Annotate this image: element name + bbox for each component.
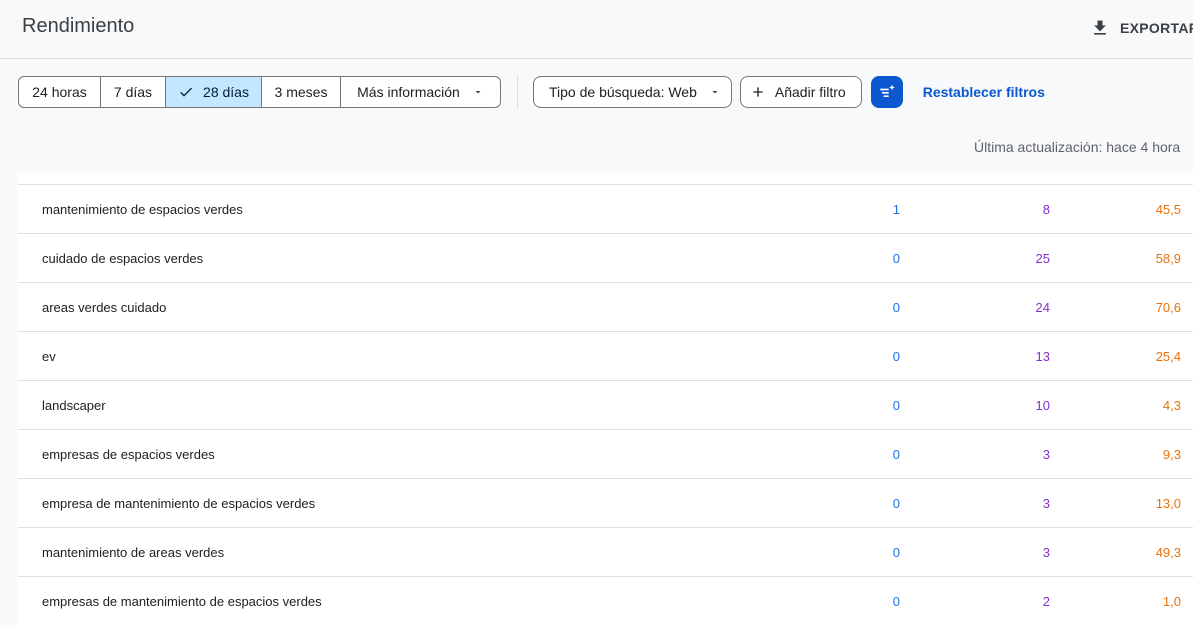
impressions-cell: 3 (1042, 545, 1050, 560)
page-header: Rendimiento EXPORTAR (0, 0, 1193, 59)
position-cell: 1,0 (1162, 594, 1181, 609)
more-info-dropdown[interactable]: Más información (341, 77, 500, 107)
date-option-3m[interactable]: 3 meses (262, 77, 341, 107)
table-row[interactable]: empresas de mantenimiento de espacios ve… (18, 577, 1193, 625)
page-title: Rendimiento (22, 15, 135, 37)
queries-table: mantenimiento de espacios verdes 1 8 45,5 cu… (18, 173, 1193, 625)
check-icon (178, 84, 194, 100)
export-button[interactable]: EXPORTAR (1090, 14, 1193, 42)
plus-icon (750, 84, 766, 100)
toolbar-divider (517, 76, 518, 108)
table-row[interactable]: areas verdes cuidado 0 24 70,6 (18, 283, 1193, 332)
ai-filter-button[interactable] (870, 76, 903, 108)
clicks-cell: 0 (892, 300, 900, 315)
date-range-selector: 24 horas 7 días 28 días 3 meses Más info… (18, 76, 501, 108)
date-option-7d[interactable]: 7 días (101, 77, 166, 107)
table-row[interactable]: ev 0 13 25,4 (18, 332, 1193, 381)
table-row[interactable]: mantenimiento de areas verdes 0 3 49,3 (18, 528, 1193, 577)
query-cell: mantenimiento de espacios verdes (42, 202, 243, 217)
query-cell: empresa de mantenimiento de espacios ver… (42, 496, 316, 511)
impressions-cell: 13 (1035, 349, 1050, 364)
impressions-cell: 2 (1042, 594, 1050, 609)
query-cell: empresas de mantenimiento de espacios ve… (42, 594, 322, 609)
query-cell: ev (42, 349, 56, 364)
clicks-cell: 0 (892, 594, 900, 609)
caret-down-icon (709, 86, 721, 98)
query-cell: mantenimiento de areas verdes (42, 545, 225, 560)
query-cell: cuidado de espacios verdes (42, 251, 204, 266)
position-cell: 70,6 (1155, 300, 1181, 315)
impressions-cell: 24 (1035, 300, 1050, 315)
clicks-cell: 0 (892, 349, 900, 364)
sparkle-filter-icon (880, 84, 895, 97)
position-cell: 58,9 (1155, 251, 1181, 266)
position-cell: 4,3 (1162, 398, 1181, 413)
table-body: mantenimiento de espacios verdes 1 8 45,5 cu… (18, 185, 1193, 625)
clicks-cell: 1 (892, 202, 900, 217)
clicks-cell: 0 (892, 496, 900, 511)
position-cell: 49,3 (1155, 545, 1181, 560)
table-row[interactable]: empresa de mantenimiento de espacios ver… (18, 479, 1193, 528)
table-row[interactable]: mantenimiento de espacios verdes 1 8 45,5 (18, 185, 1193, 234)
clicks-cell: 0 (892, 251, 900, 266)
impressions-cell: 10 (1035, 398, 1050, 413)
impressions-cell: 3 (1042, 496, 1050, 511)
reset-filters-link[interactable]: Restablecer filtros (923, 84, 1045, 100)
export-label: EXPORTAR (1120, 20, 1193, 36)
clicks-cell: 0 (892, 398, 900, 413)
impressions-cell: 25 (1035, 251, 1050, 266)
filter-bar: 24 horas 7 días 28 días 3 meses Más info… (18, 76, 1045, 108)
table-row[interactable]: cuidado de espacios verdes 0 25 58,9 (18, 234, 1193, 283)
position-cell: 45,5 (1155, 202, 1181, 217)
add-filter-button[interactable]: Añadir filtro (739, 76, 862, 108)
table-row[interactable]: empresas de espacios verdes 0 3 9,3 (18, 430, 1193, 479)
date-option-24h[interactable]: 24 horas (19, 77, 101, 107)
date-option-28d[interactable]: 28 días (166, 77, 262, 107)
table-top-edge (18, 173, 1193, 185)
download-icon (1094, 20, 1106, 35)
clicks-cell: 0 (892, 545, 900, 560)
position-cell: 13,0 (1155, 496, 1181, 511)
impressions-cell: 3 (1042, 447, 1050, 462)
impressions-cell: 8 (1042, 202, 1050, 217)
position-cell: 9,3 (1162, 447, 1181, 462)
query-cell: landscaper (42, 398, 106, 413)
position-cell: 25,4 (1155, 349, 1181, 364)
caret-down-icon (472, 86, 484, 98)
query-cell: areas verdes cuidado (42, 300, 167, 315)
last-update-text: Última actualización: hace 4 hora (974, 139, 1181, 155)
table-row[interactable]: landscaper 0 10 4,3 (18, 381, 1193, 430)
clicks-cell: 0 (892, 447, 900, 462)
search-type-filter[interactable]: Tipo de búsqueda: Web (533, 76, 732, 108)
query-cell: empresas de espacios verdes (42, 447, 215, 462)
